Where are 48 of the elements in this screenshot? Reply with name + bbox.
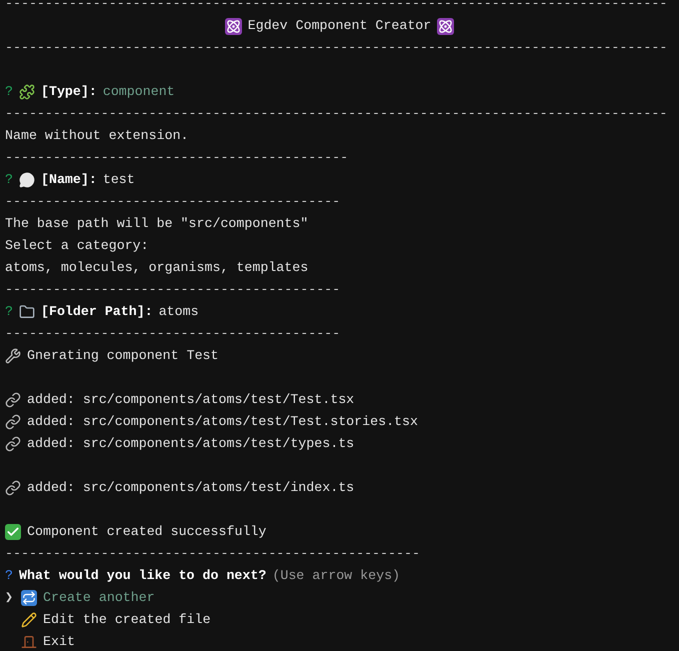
pencil-icon bbox=[21, 612, 37, 628]
check-icon bbox=[5, 524, 21, 540]
success-text: Component created successfully bbox=[27, 523, 266, 542]
added-file-text: added: src/components/atoms/test/index.ts bbox=[27, 479, 354, 498]
status-text: Gnerating component Test bbox=[27, 347, 219, 366]
hint-text: (Use arrow keys) bbox=[272, 567, 400, 586]
output-text: Name without extension. bbox=[5, 127, 189, 146]
prompt-label: [Type]: bbox=[40, 83, 97, 102]
menu-option[interactable]: Exit bbox=[5, 631, 679, 651]
prompt-label: [Name]: bbox=[40, 171, 97, 190]
menu-option[interactable]: Edit the created file bbox=[5, 609, 679, 631]
question-mark: ? bbox=[5, 567, 13, 586]
wrench-icon bbox=[5, 348, 21, 364]
dashed-rule: ------------------------------------------ bbox=[5, 325, 340, 344]
output-text: Select a category: bbox=[5, 237, 149, 256]
link-icon bbox=[5, 436, 21, 452]
output-text: atoms, molecules, organisms, templates bbox=[5, 259, 308, 278]
repeat-icon bbox=[21, 590, 37, 606]
link-icon bbox=[5, 480, 21, 496]
dashed-rule: ----------------------------------------------------------------------------------- bbox=[5, 39, 668, 58]
link-icon bbox=[5, 414, 21, 430]
prompt-answer: component bbox=[102, 83, 175, 102]
dashed-rule: ---------------------------------------------------- bbox=[5, 545, 420, 564]
question-text: What would you like to do next? bbox=[18, 567, 266, 586]
dashed-rule: ------------------------------------------ bbox=[5, 281, 340, 300]
prompt-label: [Folder Path]: bbox=[40, 303, 153, 322]
atom-icon bbox=[437, 18, 454, 34]
speech-bubble-icon bbox=[18, 172, 35, 188]
added-file-text: added: src/components/atoms/test/types.ts bbox=[27, 435, 354, 454]
prompt-answer: atoms bbox=[158, 303, 199, 322]
prompt-mark: ? bbox=[5, 171, 13, 190]
prompt-mark: ? bbox=[5, 83, 13, 102]
dashed-rule: ------------------------------------------ bbox=[5, 193, 340, 212]
atom-icon bbox=[224, 18, 242, 34]
prompt-mark: ? bbox=[5, 303, 13, 322]
link-icon bbox=[5, 392, 21, 408]
output-text: The base path will be "src/components" bbox=[5, 215, 308, 234]
puzzle-icon bbox=[18, 84, 35, 100]
dashed-rule: ----------------------------------------------------------------------------------- bbox=[5, 0, 668, 14]
app-title: Egdev Component Creator bbox=[248, 17, 432, 36]
menu-option[interactable]: ❯ Create another bbox=[5, 587, 679, 609]
prompt-answer: test bbox=[102, 171, 135, 190]
added-file-text: added: src/components/atoms/test/Test.tsx bbox=[27, 391, 354, 410]
folder-icon bbox=[18, 304, 35, 320]
door-icon bbox=[21, 634, 37, 650]
dashed-rule: ----------------------------------------------------------------------------------- bbox=[5, 105, 668, 124]
added-file-text: added: src/components/atoms/test/Test.stories.tsx bbox=[27, 413, 418, 432]
dashed-rule: ------------------------------------------- bbox=[5, 149, 348, 168]
